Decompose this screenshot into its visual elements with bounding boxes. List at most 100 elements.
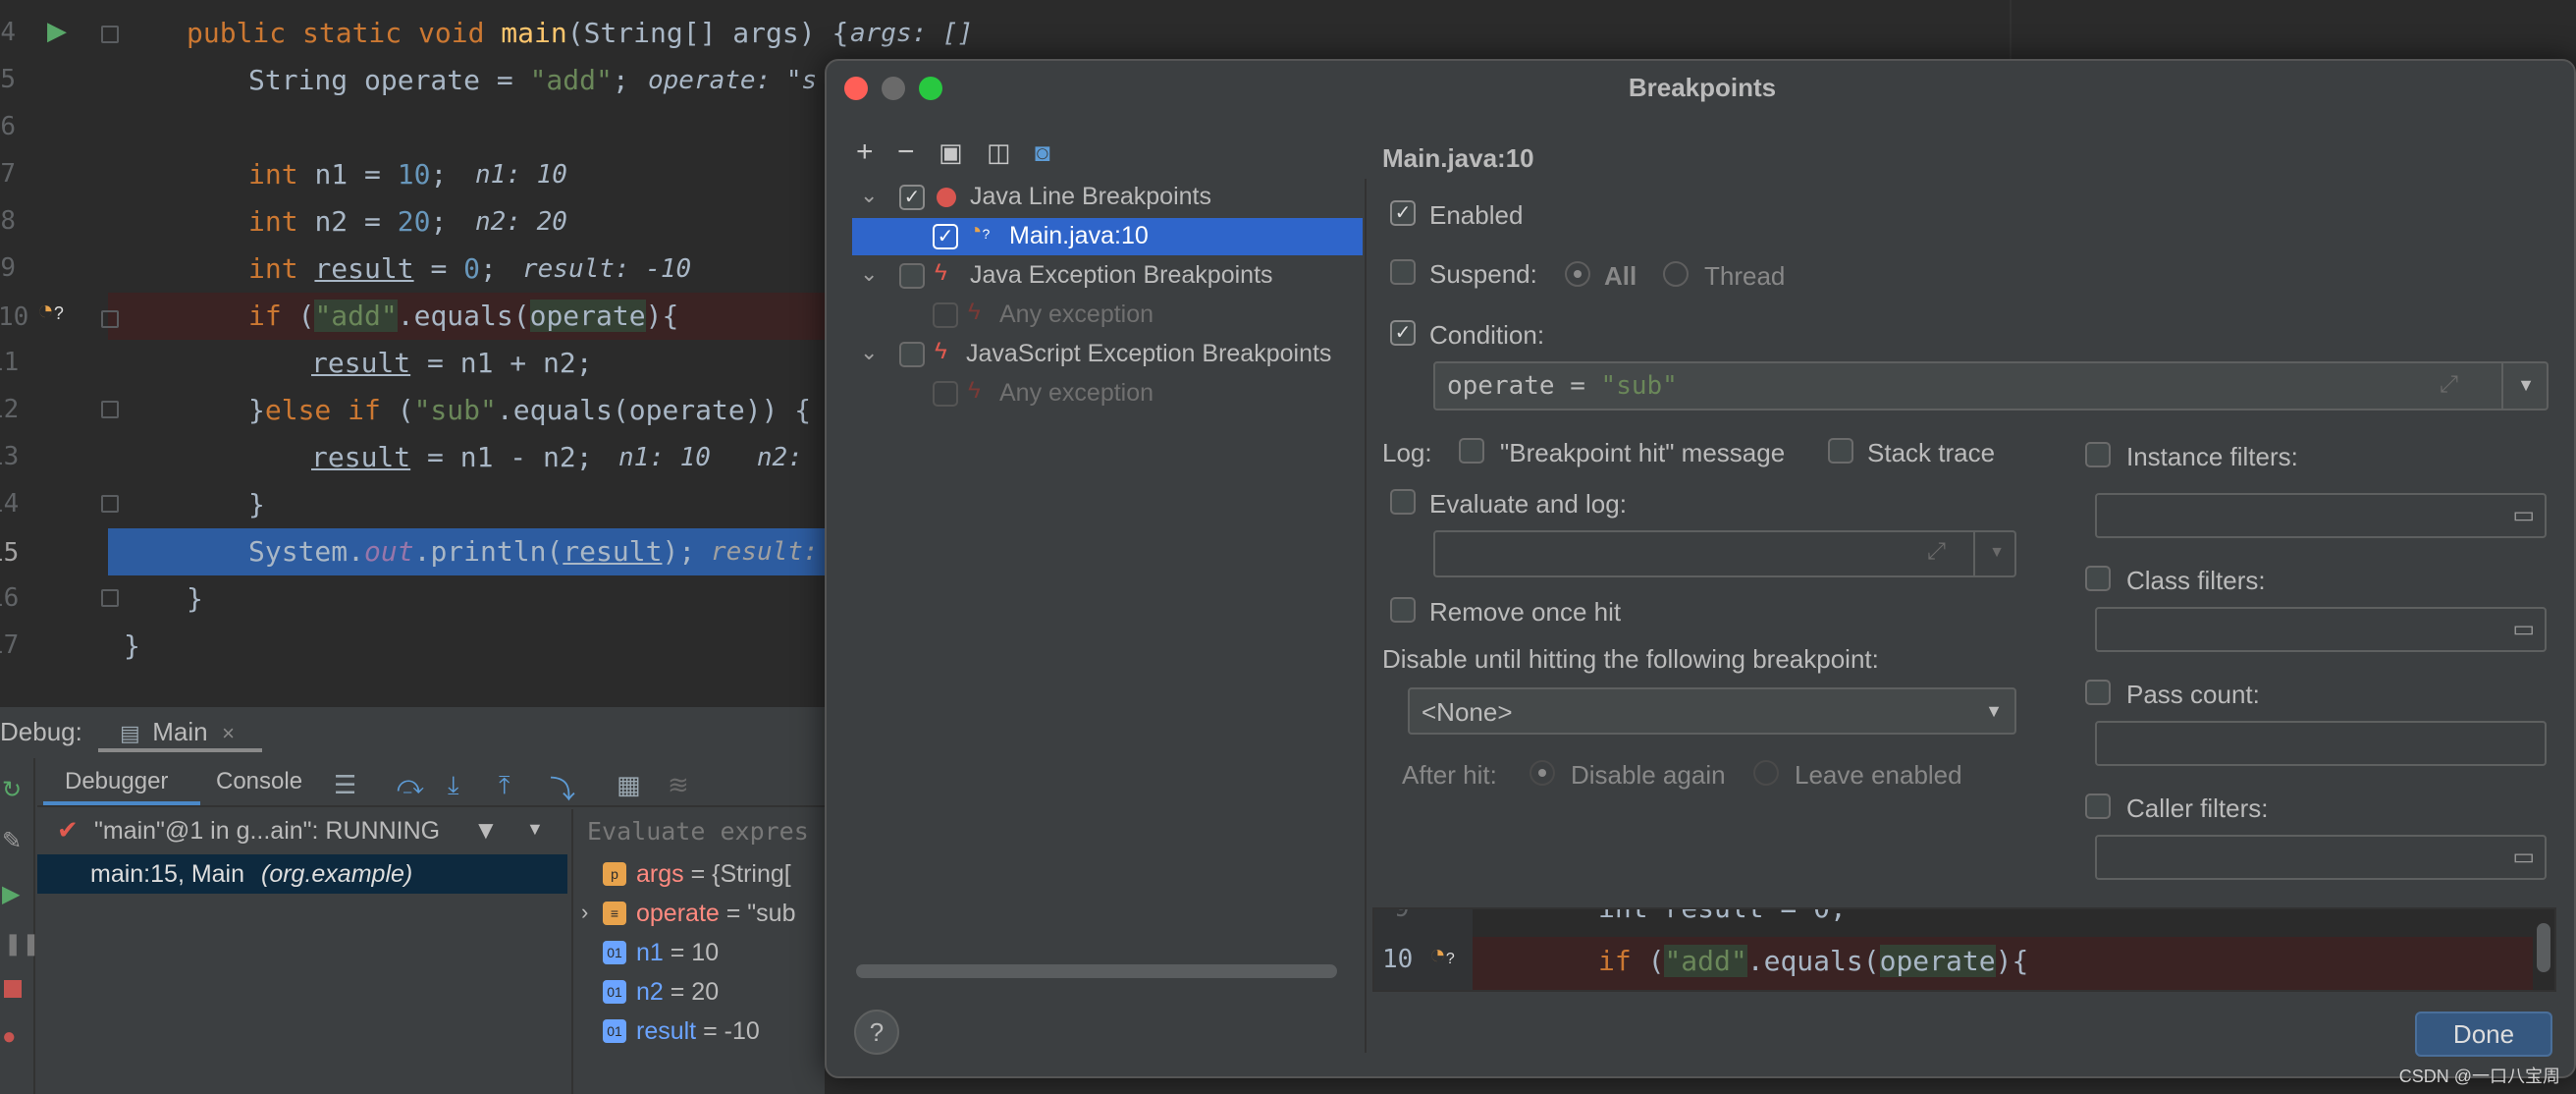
evaluate-and-log-checkbox[interactable] [1390,489,1416,515]
evaluate-icon[interactable]: ▦ [617,770,641,800]
main-java-10-checkbox[interactable]: ✓ [933,224,958,249]
disable-until-select[interactable]: <None> ▼ [1408,687,2016,735]
expand-icon[interactable]: ⤢ [1927,538,1946,566]
fold-icon[interactable] [101,589,119,607]
folder-icon[interactable]: ▭ [2512,615,2535,643]
instance-filters-input[interactable]: ▭ [2095,493,2547,538]
tree-item-java-line-breakpoints[interactable]: ⌄ ✓ Java Line Breakpoints [852,179,1363,216]
suspend-checkbox[interactable] [1390,259,1416,285]
filter-icon[interactable]: ▼ [473,815,499,846]
pass-count-checkbox[interactable] [2085,680,2111,705]
chevron-down-icon[interactable]: ⌄ [860,261,878,287]
resume-icon[interactable]: ▶ [2,880,20,908]
done-button[interactable]: Done [2415,1012,2552,1057]
stop-icon[interactable] [4,980,22,998]
condition-input[interactable]: operate = "sub" ⤢ ▼ [1433,361,2549,410]
layout-icon[interactable]: ☰ [334,770,356,800]
expand-icon[interactable]: ⤢ [2440,371,2458,399]
inline-hint: result: [711,537,819,567]
tree-item-any-exception[interactable]: ϟ Any exception [852,297,1363,334]
class-filters-checkbox[interactable] [2085,566,2111,591]
code-line-15-current[interactable]: System.out.println(result); result: [108,528,825,575]
fold-icon[interactable] [101,401,119,418]
thread-selector[interactable]: ✔ "main"@1 in g...ain": RUNNING ▼ ▼ [37,809,567,852]
code-line-4[interactable]: 4 ▶ public static void main(String[] arg… [0,10,2576,57]
instance-filters-checkbox[interactable] [2085,442,2111,467]
rerun-icon[interactable]: ↻ [2,776,22,804]
chevron-down-icon[interactable]: ▼ [1989,544,2005,562]
add-icon[interactable]: + [856,136,874,169]
chevron-down-icon[interactable]: ▼ [526,819,544,840]
java-line-breakpoints-checkbox[interactable]: ✓ [899,185,925,210]
debugger-tabbar: Debugger Console ☰ ⤼ ⤓ ⤒ ⤵ ▦ ≋ [37,758,825,807]
folder-icon[interactable]: ▭ [2512,501,2535,529]
step-into-icon[interactable]: ⤓ [448,770,459,801]
stack-trace-checkbox[interactable] [1828,438,1853,464]
caller-filters-input[interactable]: ▭ [2095,835,2547,880]
variable-type-icon: p [603,862,626,886]
trace-icon[interactable]: ≋ [668,770,689,800]
breakpoint-tree: ⌄ ✓ Java Line Breakpoints ✓ ◔? Main.java… [852,179,1363,994]
conditional-breakpoint-icon[interactable]: ◔? [37,295,64,326]
run-to-cursor-icon[interactable]: ⤵ [550,770,575,806]
tree-horizontal-scrollbar[interactable] [856,964,1337,978]
variable-row[interactable]: 01 n2 = 20 [573,978,827,1013]
any-exception-js-checkbox[interactable] [933,381,958,407]
remove-icon[interactable]: − [897,136,915,169]
variable-row[interactable]: › ≡ operate = "sub [573,900,827,935]
variable-row[interactable]: 01 result = -10 [573,1017,827,1053]
fold-icon[interactable] [101,26,119,43]
variable-type-icon: 01 [603,1019,626,1043]
run-icon[interactable]: ▶ [47,16,67,46]
caller-filters-checkbox[interactable] [2085,793,2111,819]
suspend-thread-radio[interactable] [1663,261,1689,287]
tree-item-any-exception-js[interactable]: ϟ Any exception [852,375,1363,412]
suspend-all-radio[interactable] [1565,261,1590,287]
variable-row[interactable]: p args = {String[ [573,860,827,896]
variable-value: = 10 [663,939,720,966]
settings-icon[interactable]: ✎ [2,827,22,855]
group-by-class-icon[interactable]: ◙ [1035,137,1050,168]
class-filters-input[interactable]: ▭ [2095,607,2547,652]
condition-checkbox[interactable]: ✓ [1390,320,1416,346]
any-exception-checkbox[interactable] [933,302,958,328]
view-breakpoints-icon[interactable]: ● [2,1023,17,1051]
fold-icon[interactable] [101,310,119,328]
leave-enabled-radio[interactable] [1753,760,1779,786]
tab-console[interactable]: Console [216,768,302,795]
preview-scrollbar[interactable] [2537,923,2550,972]
pass-count-input[interactable] [2095,721,2547,766]
tree-item-javascript-exception-breakpoints[interactable]: ⌄ ϟ JavaScript Exception Breakpoints [852,336,1363,373]
close-icon[interactable]: × [222,721,235,745]
disable-again-radio[interactable] [1530,760,1555,786]
fold-icon[interactable] [101,495,119,513]
variable-row[interactable]: 01 n1 = 10 [573,939,827,974]
group-by-file-icon[interactable]: ◫ [987,137,1011,168]
enabled-checkbox[interactable]: ✓ [1390,200,1416,226]
help-button[interactable]: ? [854,1010,899,1055]
step-out-icon[interactable]: ⤒ [499,770,510,801]
evaluate-and-log-input[interactable]: ⤢ ▼ [1433,530,2016,577]
panel-divider[interactable] [1365,179,1367,1053]
tab-debugger[interactable]: Debugger [65,768,168,795]
chevron-right-icon[interactable]: › [581,900,588,925]
evaluate-expression-input[interactable]: Evaluate expres [587,817,809,846]
java-exception-breakpoints-checkbox[interactable] [899,263,925,289]
variable-name: result [636,1017,697,1045]
chevron-down-icon[interactable]: ▼ [2517,375,2535,396]
tree-item-main-java-10[interactable]: ✓ ◔? Main.java:10 [852,218,1363,255]
tree-item-java-exception-breakpoints[interactable]: ⌄ ϟ Java Exception Breakpoints [852,257,1363,295]
step-over-icon[interactable]: ⤼ [397,770,424,801]
session-tab-main[interactable]: ▤ Main × [98,713,262,752]
folder-icon[interactable]: ▭ [2512,843,2535,871]
frame-list-item[interactable]: main:15, Main (org.example) [37,854,567,894]
breakpoint-hit-message-checkbox[interactable] [1459,438,1484,464]
remove-once-hit-checkbox[interactable] [1390,597,1416,623]
pause-icon[interactable]: ❚❚ [4,931,40,957]
inline-hint: args: [] [850,19,974,48]
group-by-package-icon[interactable]: ▣ [939,137,963,168]
js-exception-breakpoints-checkbox[interactable] [899,342,925,367]
chevron-down-icon[interactable]: ⌄ [860,183,878,208]
chevron-down-icon[interactable]: ⌄ [860,340,878,365]
code-line-10[interactable]: if ("add".equals(operate){ [108,293,825,340]
